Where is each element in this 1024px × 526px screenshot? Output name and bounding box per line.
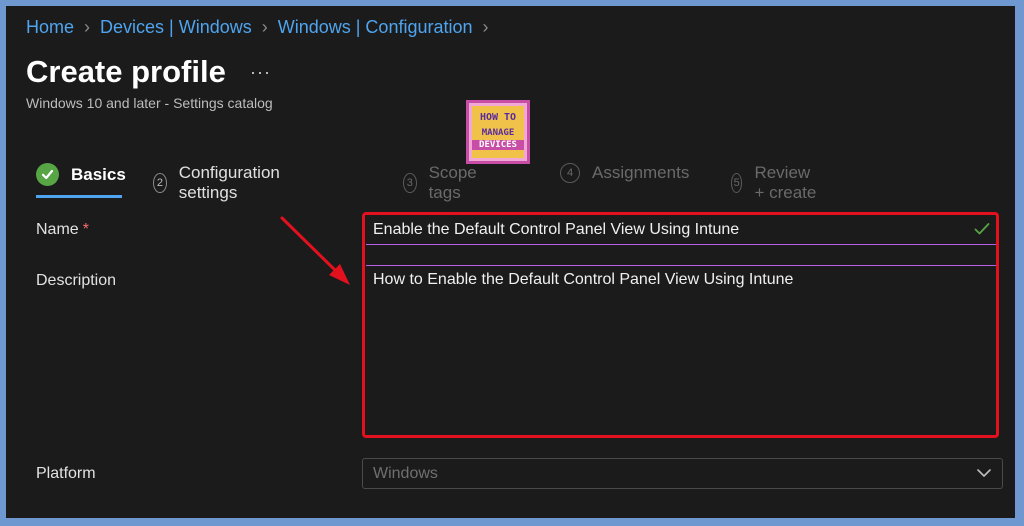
step-label: Configuration settings bbox=[178, 163, 280, 202]
chevron-right-icon: › bbox=[84, 17, 91, 37]
step-label: Basics bbox=[71, 164, 126, 184]
tab-configuration-settings[interactable]: 2 Configuration settings bbox=[153, 163, 286, 203]
breadcrumb: Home › Devices | Windows › Windows | Con… bbox=[26, 17, 499, 38]
required-indicator: * bbox=[82, 221, 89, 238]
platform-dropdown[interactable]: Windows bbox=[362, 458, 1003, 489]
chevron-down-icon bbox=[977, 469, 991, 477]
step-label: Assignments bbox=[592, 163, 690, 182]
tab-review-create: 5 Review + create bbox=[731, 163, 819, 203]
brand-logo: HOW TO MANAGE DEVICES bbox=[466, 100, 530, 164]
tab-basics[interactable]: Basics bbox=[36, 163, 126, 198]
breadcrumb-devices-windows[interactable]: Devices | Windows bbox=[100, 17, 252, 38]
platform-value: Windows bbox=[373, 465, 438, 482]
app-frame: Home › Devices | Windows › Windows | Con… bbox=[6, 6, 1015, 518]
tab-assignments: 4 Assignments bbox=[560, 163, 689, 183]
red-arrow-icon bbox=[280, 216, 350, 285]
step-number: 5 bbox=[731, 173, 743, 193]
step-label: Scope tags bbox=[428, 163, 477, 202]
step-number: 2 bbox=[153, 173, 167, 193]
chevron-right-icon: › bbox=[482, 17, 489, 37]
step-label: Review + create bbox=[754, 163, 817, 202]
tab-scope-tags: 3 Scope tags bbox=[403, 163, 483, 203]
description-label: Description bbox=[36, 272, 117, 289]
chevron-right-icon: › bbox=[261, 17, 268, 37]
name-label: Name * bbox=[36, 221, 89, 238]
check-circle-icon bbox=[36, 163, 59, 186]
breadcrumb-windows-configuration[interactable]: Windows | Configuration bbox=[278, 17, 473, 38]
more-options-button[interactable]: ··· bbox=[250, 62, 271, 83]
page-title: Create profile bbox=[26, 54, 226, 89]
platform-label: Platform bbox=[36, 465, 96, 482]
step-number: 4 bbox=[560, 163, 580, 183]
annotation-highlight-box bbox=[362, 212, 999, 438]
active-tab-indicator bbox=[36, 195, 122, 198]
breadcrumb-home[interactable]: Home bbox=[26, 17, 74, 38]
page-subtitle: Windows 10 and later - Settings catalog bbox=[26, 95, 273, 111]
step-number: 3 bbox=[403, 173, 417, 193]
